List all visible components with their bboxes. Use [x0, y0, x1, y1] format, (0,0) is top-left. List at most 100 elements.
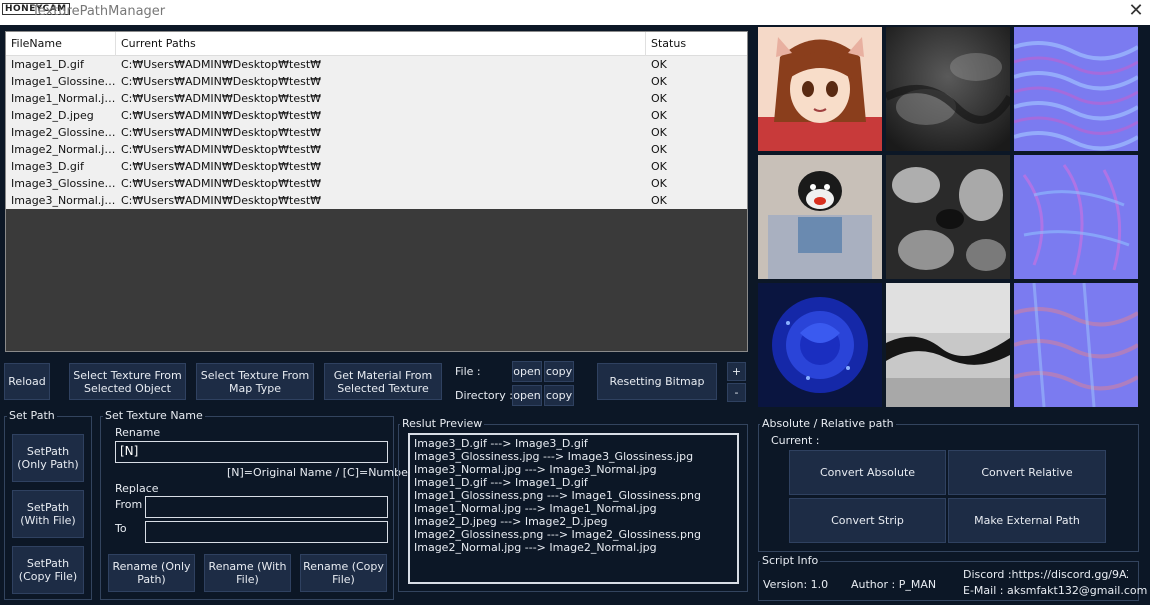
preview-line: Image1_D.gif ---> Image1_D.gif [414, 476, 588, 489]
cell-current-path: C:₩Users₩ADMIN₩Desktop₩test₩ [121, 160, 322, 173]
select-texture-from-object-button[interactable]: Select Texture From Selected Object [69, 363, 186, 400]
current-label: Current : [771, 434, 820, 447]
select-texture-from-map-type-button[interactable]: Select Texture From Map Type [196, 363, 314, 400]
rename-with-file-button[interactable]: Rename (With File) [204, 554, 291, 592]
thumbnail-image2-normal[interactable] [1014, 155, 1138, 279]
thumbnail-image1-normal[interactable] [1014, 27, 1138, 151]
cell-current-path: C:₩Users₩ADMIN₩Desktop₩test₩ [121, 75, 322, 88]
title-bar: HONEYCAM TexturePathManager ✕ [0, 0, 1150, 25]
preview-line: Image2_Normal.jpg ---> Image2_Normal.jpg [414, 541, 657, 554]
result-preview-box[interactable]: Image3_D.gif ---> Image3_D.gif Image3_Glo… [408, 433, 739, 584]
rename-only-path-button[interactable]: Rename (Only Path) [108, 554, 195, 592]
rename-input[interactable]: [N] [115, 441, 388, 463]
header-status[interactable]: Status [646, 32, 747, 56]
list-rows: Image1_D.gif C:₩Users₩ADMIN₩Desktop₩test₩… [6, 56, 747, 209]
table-row[interactable]: Image3_Normal.jpg C:₩Users₩ADMIN₩Desktop₩… [6, 192, 747, 209]
file-list[interactable]: FileName Current Paths Status Image1_D.g… [5, 31, 748, 352]
cell-current-path: C:₩Users₩ADMIN₩Desktop₩test₩ [121, 143, 322, 156]
replace-from-input[interactable] [145, 496, 388, 518]
close-icon[interactable]: ✕ [1126, 0, 1146, 24]
cell-filename: Image2_Normal.jpg [11, 143, 116, 156]
thumbnail-image3-d[interactable] [758, 283, 882, 407]
thumbnail-image3-normal[interactable] [1014, 283, 1138, 407]
resetting-bitmap-button[interactable]: Resetting Bitmap [597, 363, 717, 400]
cell-filename: Image3_Glossines... [11, 177, 116, 190]
cell-current-path: C:₩Users₩ADMIN₩Desktop₩test₩ [121, 126, 322, 139]
cell-current-path: C:₩Users₩ADMIN₩Desktop₩test₩ [121, 109, 322, 122]
preview-line: Image2_D.jpeg ---> Image2_D.jpeg [414, 515, 608, 528]
cell-status: OK [651, 109, 667, 122]
preview-line: Image3_Glossiness.jpg ---> Image3_Glossi… [414, 450, 694, 463]
file-label: File : [455, 365, 481, 378]
author-text: Author : P_MAN [851, 578, 937, 591]
file-open-button[interactable]: open [512, 361, 542, 382]
table-row[interactable]: Image2_D.jpeg C:₩Users₩ADMIN₩Desktop₩test… [6, 107, 747, 124]
table-row[interactable]: Image1_Normal.jpg C:₩Users₩ADMIN₩Desktop₩… [6, 90, 747, 107]
table-row[interactable]: Image2_Glossines... C:₩Users₩ADMIN₩Deskto… [6, 124, 747, 141]
discord-text[interactable]: Discord :https://discord.gg/9AZjJ [963, 568, 1128, 581]
cell-filename: Image1_Glossines... [11, 75, 116, 88]
rename-hint: [N]=Original Name / [C]=Number [227, 466, 413, 479]
cell-filename: Image2_D.jpeg [11, 109, 94, 122]
convert-absolute-button[interactable]: Convert Absolute [789, 450, 946, 495]
table-row[interactable]: Image1_D.gif C:₩Users₩ADMIN₩Desktop₩test₩… [6, 56, 747, 73]
directory-copy-button[interactable]: copy [544, 385, 574, 406]
cell-filename: Image3_D.gif [11, 160, 84, 173]
cell-filename: Image1_D.gif [11, 58, 84, 71]
cell-current-path: C:₩Users₩ADMIN₩Desktop₩test₩ [121, 92, 322, 105]
zoom-in-button[interactable]: + [727, 362, 746, 381]
from-label: From [115, 498, 143, 511]
header-current-paths[interactable]: Current Paths [116, 32, 646, 56]
reload-button[interactable]: Reload [4, 363, 50, 400]
rename-copy-file-button[interactable]: Rename (Copy File) [300, 554, 387, 592]
convert-relative-button[interactable]: Convert Relative [948, 450, 1106, 495]
set-texture-name-title: Set Texture Name [103, 409, 205, 422]
cell-status: OK [651, 143, 667, 156]
rename-label: Rename [115, 426, 161, 439]
preview-line: Image1_Glossiness.png ---> Image1_Glossi… [414, 489, 701, 502]
cell-status: OK [651, 75, 667, 88]
replace-label: Replace [115, 482, 159, 495]
cell-filename: Image3_Normal.jpg [11, 194, 116, 207]
thumbnail-image2-d[interactable] [758, 155, 882, 279]
setpath-with-file-button[interactable]: SetPath (With File) [12, 490, 84, 538]
table-row[interactable]: Image3_Glossines... C:₩Users₩ADMIN₩Deskto… [6, 175, 747, 192]
cell-filename: Image2_Glossines... [11, 126, 116, 139]
cell-status: OK [651, 177, 667, 190]
absolute-relative-title: Absolute / Relative path [760, 417, 896, 430]
get-material-from-texture-button[interactable]: Get Material From Selected Texture [324, 363, 442, 400]
file-copy-button[interactable]: copy [544, 361, 574, 382]
email-text[interactable]: E-Mail : aksmfakt132@gmail.com [963, 584, 1147, 597]
thumbnail-image3-glossiness[interactable] [886, 283, 1010, 407]
thumbnail-image1-d[interactable] [758, 27, 882, 151]
preview-line: Image3_Normal.jpg ---> Image3_Normal.jpg [414, 463, 657, 476]
convert-strip-button[interactable]: Convert Strip [789, 498, 946, 543]
zoom-out-button[interactable]: - [727, 383, 746, 402]
make-external-path-button[interactable]: Make External Path [948, 498, 1106, 543]
table-row[interactable]: Image3_D.gif C:₩Users₩ADMIN₩Desktop₩test₩… [6, 158, 747, 175]
result-preview-title: Reslut Preview [400, 417, 485, 430]
table-row[interactable]: Image1_Glossines... C:₩Users₩ADMIN₩Deskto… [6, 73, 747, 90]
header-filename[interactable]: FileName [6, 32, 116, 56]
to-label: To [115, 522, 127, 535]
table-row[interactable]: Image2_Normal.jpg C:₩Users₩ADMIN₩Desktop₩… [6, 141, 747, 158]
cell-current-path: C:₩Users₩ADMIN₩Desktop₩test₩ [121, 58, 322, 71]
thumbnail-image1-glossiness[interactable] [886, 27, 1010, 151]
replace-to-input[interactable] [145, 521, 388, 543]
cell-status: OK [651, 160, 667, 173]
directory-label: Directory : [455, 389, 513, 402]
cell-status: OK [651, 58, 667, 71]
list-header: FileName Current Paths Status [6, 32, 747, 56]
setpath-only-path-button[interactable]: SetPath (Only Path) [12, 434, 84, 482]
cell-status: OK [651, 126, 667, 139]
thumbnail-image2-glossiness[interactable] [886, 155, 1010, 279]
directory-open-button[interactable]: open [512, 385, 542, 406]
preview-line: Image2_Glossiness.png ---> Image2_Glossi… [414, 528, 701, 541]
window-title: TexturePathManager [32, 4, 166, 19]
preview-line: Image1_Normal.jpg ---> Image1_Normal.jpg [414, 502, 657, 515]
cell-filename: Image1_Normal.jpg [11, 92, 116, 105]
cell-status: OK [651, 92, 667, 105]
cell-status: OK [651, 194, 667, 207]
setpath-copy-file-button[interactable]: SetPath (Copy File) [12, 546, 84, 594]
cell-current-path: C:₩Users₩ADMIN₩Desktop₩test₩ [121, 177, 322, 190]
